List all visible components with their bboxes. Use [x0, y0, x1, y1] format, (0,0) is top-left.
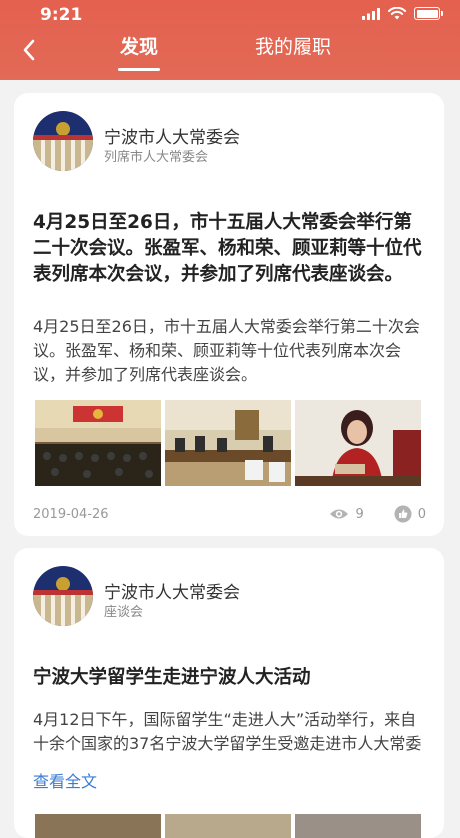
tab-discover[interactable]: 发现 [117, 32, 161, 71]
author-avatar[interactable] [33, 111, 93, 171]
post-stats: 9 0 [329, 505, 426, 523]
post-date: 2019-04-26 [33, 507, 109, 522]
author-subtitle: 列席市人大常委会 [104, 150, 209, 165]
post-title[interactable]: 4月25日至26日，市十五届人大常委会举行第二十次会议。张盈军、杨和荣、顾亚莉等… [33, 210, 428, 288]
photo-conference-table [165, 400, 291, 486]
author-subtitle: 座谈会 [104, 605, 144, 620]
thumbs-up-icon[interactable] [394, 505, 412, 523]
post-title[interactable]: 宁波大学留学生走进宁波人大活动 [33, 665, 428, 691]
status-icons [362, 7, 443, 20]
signal-icon [362, 7, 380, 20]
author-name: 宁波市人大常委会 [104, 583, 240, 603]
photo-thumbnail[interactable] [165, 400, 291, 486]
avatar-image [33, 566, 93, 626]
photo-grid [35, 400, 421, 486]
post-body: 4月25日至26日，市十五届人大常委会举行第二十次会议。张盈军、杨和荣、顾亚莉等… [33, 317, 420, 384]
status-bar: 9:21 [0, 0, 460, 30]
avatar-image [33, 111, 93, 171]
post-card[interactable]: 宁波市人大常委会 列席市人大常委会 4月25日至26日，市十五届人大常委会举行第… [14, 93, 444, 536]
view-count: 9 [355, 506, 364, 522]
author-name: 宁波市人大常委会 [104, 128, 240, 148]
photo-meeting-hall [35, 400, 161, 486]
post-card[interactable]: 宁波市人大常委会 座谈会 宁波大学留学生走进宁波人大活动 4月12日下午，国际留… [14, 548, 444, 838]
photo-thumbnail[interactable] [35, 400, 161, 486]
photo-speaker [295, 400, 421, 486]
app-header: 9:21 发现 我的履职 [0, 0, 460, 80]
battery-icon [414, 7, 443, 20]
post-body: 4月12日下午，国际留学生“走进人大”活动举行，来自十余个国家的37名宁波大学留… [33, 710, 422, 753]
status-time: 9:21 [40, 5, 83, 25]
author-avatar[interactable] [33, 566, 93, 626]
eye-icon [330, 509, 349, 519]
tab-my-duties[interactable]: 我的履职 [255, 32, 331, 59]
top-tabs: 发现 我的履职 [0, 30, 460, 80]
like-count: 0 [417, 506, 426, 522]
photo-thumbnail[interactable] [295, 400, 421, 486]
read-more-link[interactable]: 查看全文 [33, 768, 97, 792]
wifi-icon [388, 7, 406, 20]
